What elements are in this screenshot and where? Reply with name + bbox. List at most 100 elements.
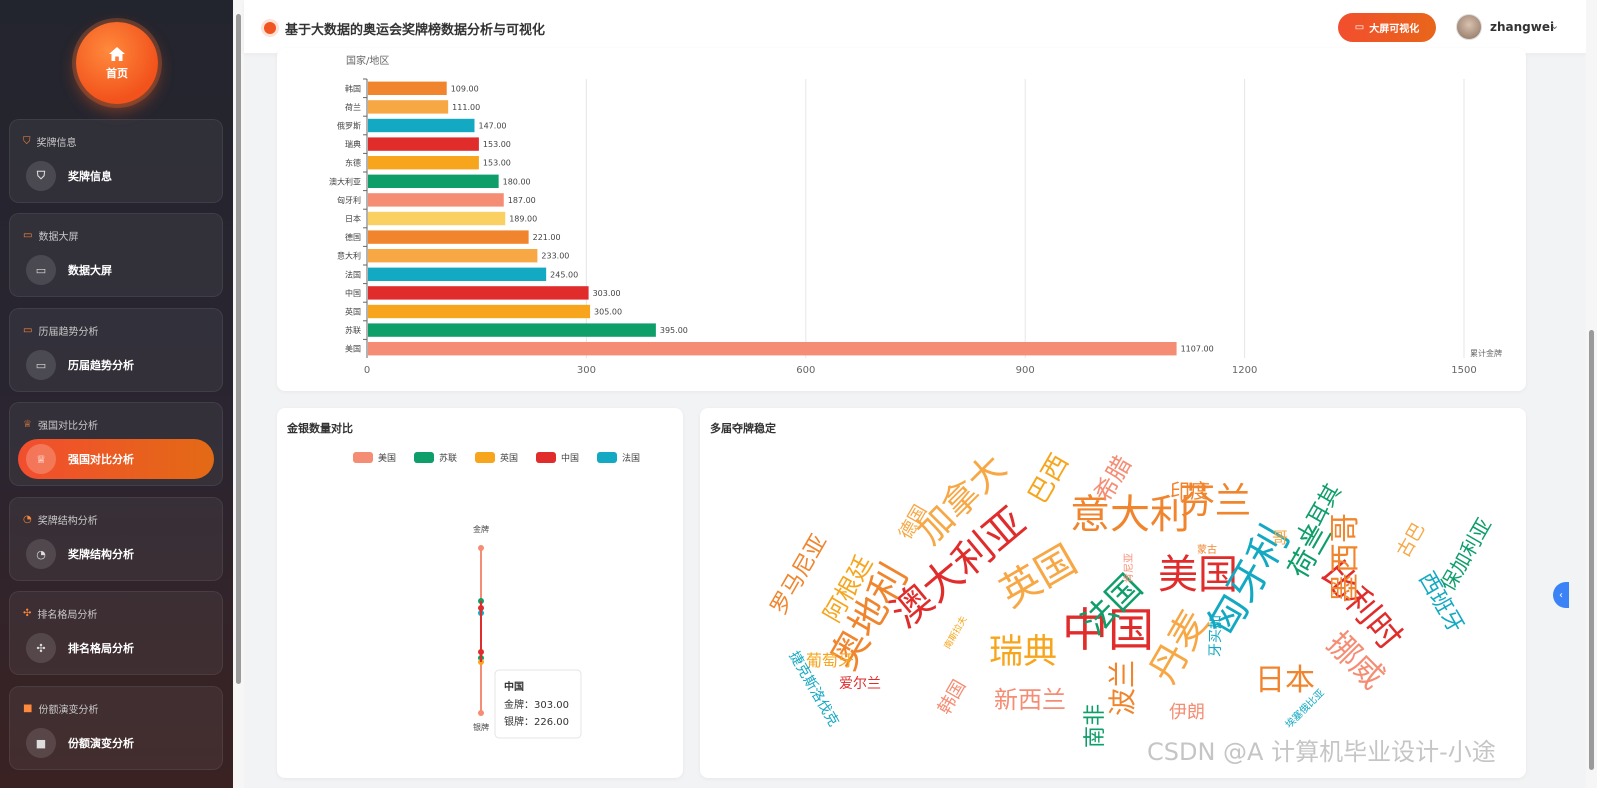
y-tick-label: 意大利 [337, 251, 361, 261]
square-icon: ■ [23, 703, 33, 714]
bar-value-label: 187.00 [508, 196, 536, 205]
menu-item-compare[interactable]: ♕ 强国对比分析 [18, 439, 214, 479]
chevron-down-icon[interactable]: ⌄ [1550, 19, 1559, 32]
bar-value-label: 245.00 [550, 270, 578, 279]
x-tick-label: 900 [1016, 365, 1035, 376]
menu-item-ranking[interactable]: ✣ 排名格局分析 [18, 628, 214, 668]
wordcloud-word: 墨西哥 [1328, 513, 1363, 603]
menu-item-label: 奖牌结构分析 [68, 548, 134, 561]
screen-icon: ▭ [23, 325, 33, 336]
bar-value-label: 111.00 [452, 103, 480, 112]
bar-value-label: 189.00 [509, 215, 537, 224]
y-tick-label: 东德 [345, 158, 361, 168]
menu-category-label: 数据大屏 [38, 232, 79, 243]
medal-icon: ⛉ [23, 136, 31, 147]
gold-medal-bar-card: 国家/地区 0 300 600 900 1200 1500 韩国 109.00 荷兰 111.00 俄… [277, 48, 1526, 391]
y-tick-label: 俄罗斯 [337, 121, 361, 131]
menu-item-trend[interactable]: ▭ 历届趋势分析 [18, 345, 214, 385]
bar [368, 267, 547, 281]
menu-group-ranking: ✣ 排名格局分析 ✣ 排名格局分析 [9, 591, 223, 675]
y-tick-label: 美国 [345, 344, 361, 354]
bar [368, 100, 449, 114]
bar [368, 304, 591, 319]
y-tick-label: 澳大利亚 [329, 176, 361, 186]
y-tick-label: 苏联 [345, 325, 361, 335]
sidebar-scrollbar[interactable] [233, 0, 244, 788]
menu-item-medal-info[interactable]: ⛉ 奖牌信息 [18, 156, 214, 196]
bar [368, 286, 589, 300]
x-tick-label: 1200 [1232, 365, 1257, 376]
screen-icon: ▭ [26, 350, 56, 380]
menu-item-label: 数据大屏 [68, 264, 112, 277]
pie-icon: ◔ [23, 514, 32, 525]
bar [368, 81, 447, 95]
home-icon [109, 46, 125, 61]
home-label: 首页 [106, 66, 128, 80]
x-tick-label: 300 [577, 365, 596, 376]
tooltip-row: 金牌：303.00 [504, 698, 569, 711]
menu-item-data-screen[interactable]: ▭ 数据大屏 [18, 250, 214, 290]
legend-swatch [597, 452, 617, 463]
page-scrollbar[interactable] [1586, 0, 1597, 788]
avatar[interactable] [1456, 14, 1482, 40]
username[interactable]: zhangwei [1490, 20, 1554, 34]
screen-icon: ▭ [26, 255, 56, 285]
home-button[interactable]: 首页 [76, 22, 158, 104]
y-tick-label: 法国 [345, 269, 361, 279]
wordcloud-word: 古巴 [1393, 519, 1429, 561]
y-tick-label: 荷兰 [345, 102, 361, 112]
bar-value-label: 395.00 [660, 326, 688, 335]
wordcloud-word: 葡萄牙 [806, 651, 854, 670]
legend-label: 美国 [378, 452, 396, 464]
status-dot-icon [264, 22, 276, 34]
menu-item-label: 奖牌信息 [68, 170, 112, 183]
menu-category-label: 奖牌结构分析 [37, 516, 98, 527]
y-tick-label: 瑞典 [345, 139, 361, 149]
bar-value-label: 305.00 [594, 308, 622, 317]
bigscreen-button[interactable]: ▭ 大屏可视化 [1338, 13, 1436, 42]
menu-group-medal-info: ⛉ 奖牌信息 ⛉ 奖牌信息 [9, 119, 223, 203]
bar-value-label: 221.00 [533, 233, 561, 242]
wordcloud-word: 南斯拉夫 [941, 614, 969, 651]
menu-item-share[interactable]: ■ 份额演变分析 [18, 723, 214, 763]
bar-value-label: 109.00 [451, 84, 479, 93]
bar [368, 249, 538, 263]
y-tick-label: 韩国 [345, 83, 361, 93]
bar [368, 137, 479, 151]
menu-item-structure[interactable]: ◔ 奖牌结构分析 [18, 534, 214, 574]
wordcloud-word: 肯尼亚 [1122, 553, 1135, 583]
bar-value-label: 233.00 [541, 252, 569, 261]
x-tick-label: 0 [364, 365, 370, 376]
y-tick-label: 日本 [345, 214, 361, 224]
chevron-left-icon[interactable]: ‹ [1553, 582, 1569, 608]
legend-label: 法国 [622, 452, 640, 464]
bar-value-label: 1107.00 [1181, 345, 1214, 354]
radar-indicator-label: 金牌 [473, 524, 489, 534]
wordcloud-word: 巴西 [1023, 449, 1075, 509]
top-header: 基于大数据的奥运会奖牌榜数据分析与可视化 ▭ 大屏可视化 zhangwei ⌄ [244, 0, 1586, 54]
menu-item-label: 份额演变分析 [68, 737, 134, 750]
scrollbar-thumb[interactable] [1589, 330, 1594, 770]
sidebar: 首页 ⛉ 奖牌信息 ⛉ 奖牌信息 ▭ 数据大屏 ▭ 数据大屏 ▭ 历届趋势分析 ▭ 历届趋势… [0, 0, 233, 788]
wordcloud-word: 南非 [1083, 704, 1108, 748]
y-tick-label: 德国 [345, 232, 361, 242]
wordcloud-word: 蒙古 [1197, 543, 1217, 556]
menu-item-label: 排名格局分析 [68, 642, 134, 655]
menu-item-label: 强国对比分析 [68, 453, 134, 466]
bar-value-label: 147.00 [479, 122, 507, 131]
screen-icon: ▭ [1354, 22, 1365, 33]
menu-category-label: 奖牌信息 [36, 138, 77, 149]
wordcloud-word: 牙买加 [1208, 615, 1224, 657]
menu-category-label: 排名格局分析 [37, 610, 98, 621]
page-title: 基于大数据的奥运会奖牌榜数据分析与可视化 [285, 23, 546, 38]
y-tick-label: 中国 [345, 288, 361, 298]
scrollbar-thumb[interactable] [236, 14, 241, 684]
legend-label: 苏联 [439, 452, 457, 464]
y-tick-label: 英国 [345, 307, 361, 317]
bar [368, 193, 504, 207]
menu-group-trend: ▭ 历届趋势分析 ▭ 历届趋势分析 [9, 308, 223, 392]
wordcloud-word: 印度 [1170, 479, 1210, 503]
bar-value-label: 180.00 [503, 177, 531, 186]
trophy-icon: ♕ [23, 419, 32, 430]
wordcloud-word: 保加利亚 [1436, 514, 1497, 595]
